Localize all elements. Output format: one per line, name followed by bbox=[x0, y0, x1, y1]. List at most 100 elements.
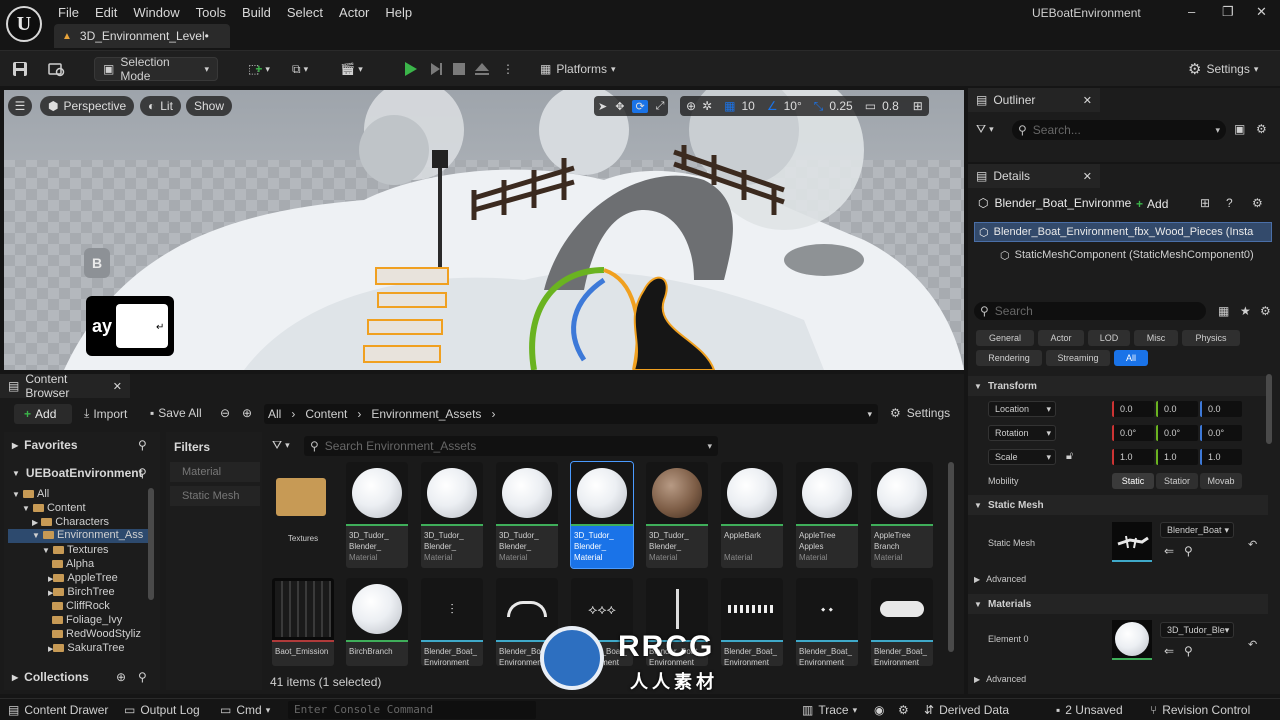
rotation-y-field[interactable]: 0.0° bbox=[1156, 425, 1198, 441]
details-tab[interactable]: ▤ Details ✕ bbox=[968, 164, 1100, 188]
play-options-icon[interactable]: ⋮ bbox=[502, 57, 514, 81]
category-rendering[interactable]: Rendering bbox=[976, 350, 1042, 366]
blueprint-add-icon[interactable]: ⊞ bbox=[1200, 196, 1210, 210]
rotation-dropdown[interactable]: Rotation ▾ bbox=[988, 425, 1056, 441]
static-mesh-thumbnail[interactable] bbox=[1112, 522, 1152, 562]
details-search-input[interactable]: ⚲ Search bbox=[974, 302, 1206, 320]
level-viewport[interactable]: ☰ ⬢ Perspective ◐ Lit Show ➤ ✥ ⟳ ⤢ ⊕ ✲ ▦ 1… bbox=[4, 90, 964, 370]
scale-x-field[interactable]: 1.0 bbox=[1112, 449, 1154, 465]
grid-snap-icon[interactable]: ▦ bbox=[724, 99, 735, 113]
asset-tile[interactable]: ⫶ Blender_Boat_ Environment bbox=[421, 578, 483, 667]
category-physics[interactable]: Physics bbox=[1182, 330, 1240, 346]
derived-data-button[interactable]: ⇵ Derived Data bbox=[924, 703, 1009, 717]
scale-tool-icon[interactable]: ⤢ bbox=[656, 100, 665, 113]
category-misc[interactable]: Misc bbox=[1134, 330, 1178, 346]
asset-tile[interactable]: 3D_Tudor_ Blender_ Material bbox=[346, 462, 408, 568]
tree-item-content[interactable]: ▼ Content bbox=[22, 502, 86, 514]
add-component-button[interactable]: + Add bbox=[1136, 194, 1168, 214]
unreal-logo-icon[interactable]: U bbox=[6, 6, 42, 42]
world-local-icon[interactable]: ⊕ bbox=[686, 99, 696, 113]
tree-item-foliage-ivy[interactable]: Foliage_Ivy bbox=[52, 614, 122, 626]
filter-material[interactable]: Material bbox=[170, 462, 260, 482]
category-lod[interactable]: LOD bbox=[1088, 330, 1130, 346]
materials-section-header[interactable]: ▼ Materials bbox=[968, 594, 1268, 614]
static-mesh-picker[interactable]: Blender_Boat ▾ bbox=[1160, 522, 1234, 538]
location-x-field[interactable]: 0.0 bbox=[1112, 401, 1154, 417]
asset-tile[interactable]: 3D_Tudor_ Blender_ Material bbox=[646, 462, 708, 568]
add-folder-icon[interactable]: ▣ bbox=[1234, 122, 1245, 136]
play-button[interactable] bbox=[402, 57, 418, 81]
outliner-search-input[interactable]: ⚲ Search... ▾ bbox=[1012, 120, 1226, 140]
browse-asset-icon[interactable]: ⚲ bbox=[1184, 644, 1193, 658]
scale-snap-value[interactable]: 0.25 bbox=[829, 99, 852, 113]
add-actor-icon[interactable]: ⬚ + ▾ bbox=[248, 57, 270, 81]
close-icon[interactable]: ✕ bbox=[113, 380, 122, 393]
perspective-button[interactable]: ⬢ Perspective bbox=[40, 96, 135, 116]
tree-item-redwoodstylized[interactable]: RedWoodStyliz bbox=[52, 628, 141, 640]
asset-tile-textures-folder[interactable]: Textures bbox=[272, 464, 334, 570]
save-level-icon[interactable] bbox=[12, 57, 28, 81]
trace-settings-icon[interactable]: ⚙ bbox=[898, 703, 909, 717]
menu-actor[interactable]: Actor bbox=[335, 5, 373, 20]
step-icon[interactable] bbox=[428, 57, 444, 81]
filter-static-mesh[interactable]: Static Mesh bbox=[170, 486, 260, 506]
collections-header[interactable]: ▶ Collections bbox=[12, 670, 89, 684]
forward-icon[interactable]: ⊕ bbox=[242, 406, 252, 420]
cinematics-icon[interactable]: 🎬︎ ▾ bbox=[340, 57, 363, 81]
mobility-movable[interactable]: Movab bbox=[1200, 473, 1242, 489]
outliner-settings-icon[interactable]: ⚙ bbox=[1256, 122, 1267, 136]
menu-select[interactable]: Select bbox=[283, 5, 327, 20]
lit-button[interactable]: ◐ Lit bbox=[140, 96, 181, 116]
rotation-snap-icon[interactable]: ∠ bbox=[767, 99, 778, 113]
close-window-icon[interactable]: ✕ bbox=[1256, 4, 1267, 20]
outliner-tab[interactable]: ▤ Outliner ✕ bbox=[968, 88, 1100, 112]
import-button[interactable]: ⤓ Import bbox=[84, 406, 127, 421]
platforms-dropdown[interactable]: ▦ Platforms ▾ bbox=[540, 57, 616, 81]
favorites-header[interactable]: ▶ Favorites bbox=[12, 438, 78, 452]
scale-y-field[interactable]: 1.0 bbox=[1156, 449, 1198, 465]
surface-snap-icon[interactable]: ✲ bbox=[702, 99, 712, 113]
mobility-stationary[interactable]: Statior bbox=[1156, 473, 1198, 489]
menu-file[interactable]: File bbox=[54, 5, 83, 20]
browse-level-icon[interactable] bbox=[48, 57, 66, 81]
maximize-viewport-icon[interactable]: ⊞ bbox=[913, 99, 923, 113]
project-header[interactable]: ▼ UEBoatEnvironment bbox=[12, 466, 143, 480]
asset-tile[interactable]: AppleTree Apples Material bbox=[796, 462, 858, 568]
property-matrix-icon[interactable]: ▦ bbox=[1218, 304, 1229, 318]
chevron-down-icon[interactable]: ▾ bbox=[867, 409, 872, 420]
reset-icon[interactable]: ↶ bbox=[1248, 638, 1257, 651]
rotate-tool-icon[interactable]: ⟳ bbox=[632, 99, 648, 113]
camera-speed-value[interactable]: 0.8 bbox=[882, 99, 899, 113]
rotation-z-field[interactable]: 0.0° bbox=[1200, 425, 1242, 441]
location-dropdown[interactable]: Location ▾ bbox=[988, 401, 1056, 417]
mobility-static[interactable]: Static bbox=[1112, 473, 1154, 489]
menu-window[interactable]: Window bbox=[129, 5, 183, 20]
tree-item-alpha[interactable]: Alpha bbox=[52, 558, 94, 570]
minimize-icon[interactable]: – bbox=[1188, 4, 1195, 19]
static-mesh-component-row[interactable]: ⬡ StaticMeshComponent (StaticMeshCompone… bbox=[1000, 246, 1276, 264]
scale-z-field[interactable]: 1.0 bbox=[1200, 449, 1242, 465]
eject-icon[interactable] bbox=[474, 57, 490, 81]
close-icon[interactable]: ✕ bbox=[1083, 170, 1092, 183]
cmd-dropdown[interactable]: ▭ Cmd ▾ bbox=[220, 703, 270, 717]
actor-name[interactable]: Blender_Boat_Environme bbox=[994, 196, 1131, 210]
console-input[interactable]: Enter Console Command bbox=[288, 701, 536, 719]
search-icon[interactable]: ⚲ bbox=[138, 438, 147, 452]
transform-section-header[interactable]: ▼ Transform bbox=[968, 376, 1268, 396]
reset-icon[interactable]: ↶ bbox=[1248, 538, 1257, 551]
favorites-star-icon[interactable]: ★ bbox=[1240, 304, 1251, 318]
revision-control-button[interactable]: ⑂ Revision Control bbox=[1150, 703, 1278, 717]
help-icon[interactable]: ? bbox=[1226, 196, 1233, 210]
tree-item-birchtree[interactable]: ▶ BirchTree bbox=[48, 586, 115, 598]
trace-dropdown[interactable]: ▥ Trace ▾ bbox=[802, 703, 857, 717]
blueprint-icon[interactable]: ⧉ ▾ bbox=[292, 57, 308, 81]
use-selected-icon[interactable]: ⇐ bbox=[1164, 644, 1174, 658]
camera-speed-icon[interactable]: ▭ bbox=[865, 99, 876, 113]
asset-tile[interactable]: 3D_Tudor_ Blender_ Material bbox=[421, 462, 483, 568]
location-y-field[interactable]: 0.0 bbox=[1156, 401, 1198, 417]
viewport-menu-icon[interactable]: ☰ bbox=[8, 96, 32, 116]
asset-filter-icon[interactable]: ⛛ ▾ bbox=[272, 438, 290, 453]
asset-tile[interactable]: ⬩ ⬩ Blender_Boat_ Environment bbox=[796, 578, 858, 667]
stop-icon[interactable] bbox=[452, 57, 466, 81]
selection-mode-dropdown[interactable]: ▣ Selection Mode ▾ bbox=[94, 55, 218, 83]
